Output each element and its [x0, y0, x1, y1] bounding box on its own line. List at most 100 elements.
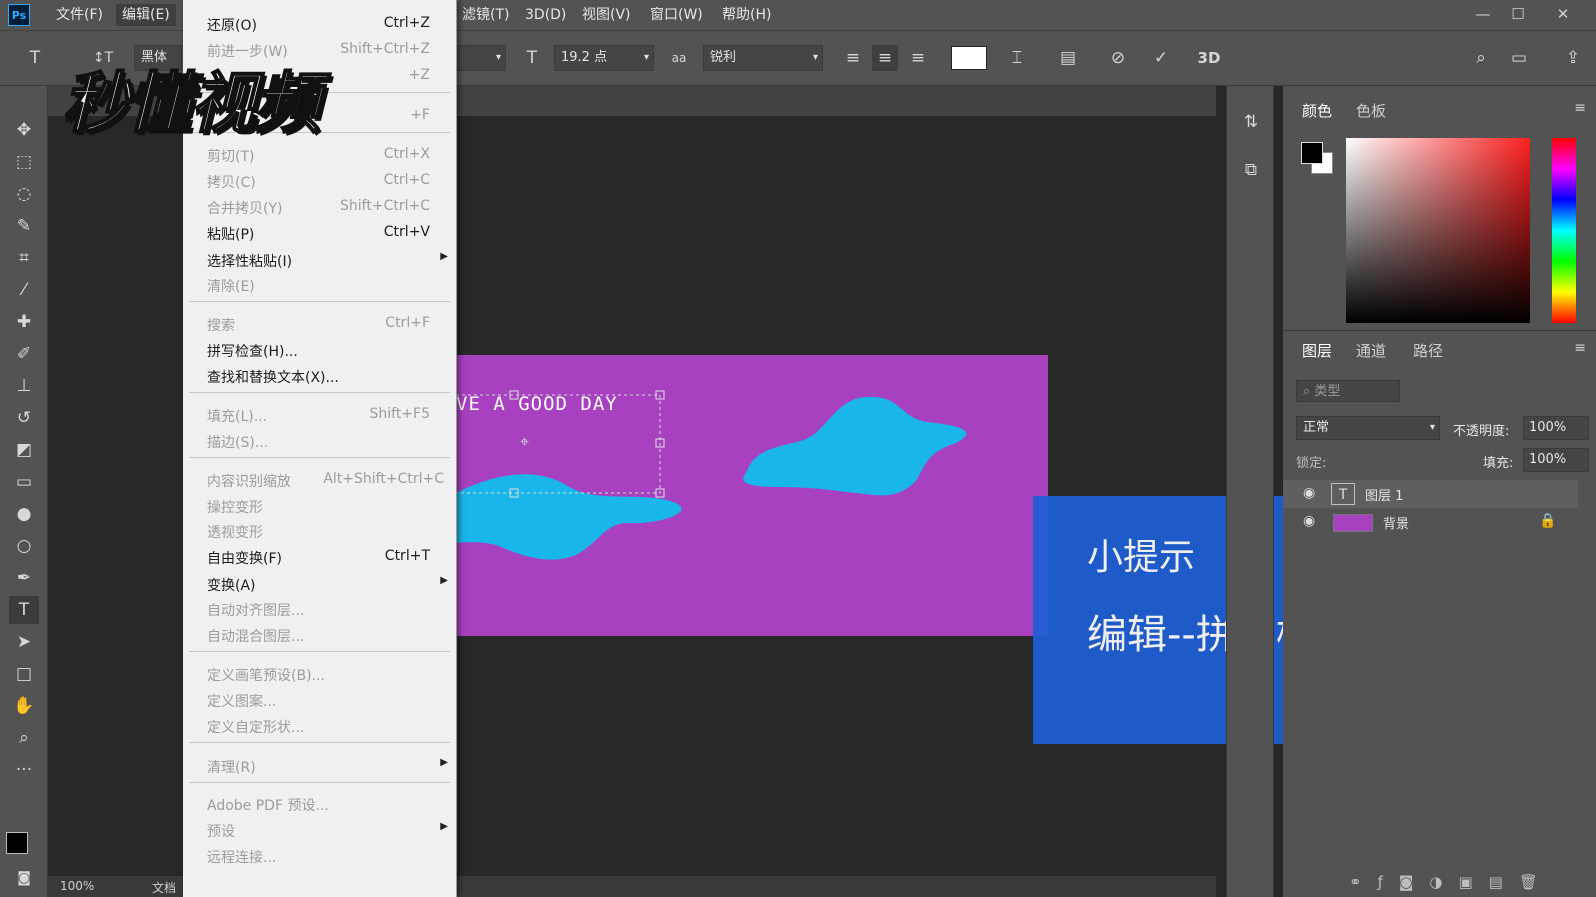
blur-tool-icon[interactable]: ● [9, 500, 39, 528]
layer-name[interactable]: 背景 [1383, 513, 1409, 532]
menu-cut[interactable]: 剪切(T) Ctrl+X [183, 143, 456, 167]
menu-find-replace[interactable]: 查找和替换文本(X)... [183, 364, 456, 388]
hue-slider[interactable] [1552, 138, 1576, 323]
menu-3d[interactable]: 3D(D) [519, 4, 572, 26]
history-brush-icon[interactable]: ↺ [9, 404, 39, 432]
quick-select-tool-icon[interactable]: ✎ [9, 212, 39, 240]
zoom-tool-icon[interactable]: ⌕ [9, 724, 39, 752]
text-color-swatch[interactable] [951, 46, 987, 70]
history-panel-icon[interactable]: ⇅ [1237, 108, 1265, 136]
brush-tool-icon[interactable]: ✐ [9, 340, 39, 368]
color-picker-field[interactable] [1346, 138, 1530, 323]
workspace-icon[interactable]: ▭ [1506, 45, 1532, 71]
menu-fill[interactable]: 填充(L)... Shift+F5 [183, 403, 456, 427]
cancel-icon[interactable]: ⊘ [1105, 45, 1131, 71]
warp-text-icon[interactable]: ⌶ [1004, 45, 1030, 71]
visibility-eye-icon[interactable]: ◉ [1303, 485, 1315, 501]
canvas-text[interactable]: VE A GOOD DAY [456, 393, 618, 415]
align-center-icon[interactable]: ≡ [872, 45, 898, 71]
menu-transform[interactable]: 变换(A) ▶ [183, 572, 456, 596]
zoom-level[interactable]: 100% [60, 879, 94, 893]
foreground-color-swatch[interactable] [6, 832, 28, 854]
menu-puppet-warp[interactable]: 操控变形 [183, 494, 456, 518]
menu-presets[interactable]: 预设 ▶ [183, 818, 456, 842]
tab-paths[interactable]: 路径 [1413, 340, 1443, 361]
pen-tool-icon[interactable]: ✒ [9, 564, 39, 592]
blend-mode-select[interactable]: 正常 ▾ [1296, 416, 1440, 440]
antialias-select[interactable]: 锐利 ▾ [703, 45, 823, 71]
color-fg-swatch[interactable] [1301, 142, 1323, 164]
menu-pdf-presets[interactable]: Adobe PDF 预设... [183, 792, 456, 816]
3d-button[interactable]: 3D [1196, 45, 1222, 71]
healing-brush-icon[interactable]: ✚ [9, 308, 39, 336]
character-panel-icon[interactable]: ▤ [1055, 45, 1081, 71]
font-size-input[interactable]: 19.2 点 ▾ [554, 45, 654, 71]
more-tools-icon[interactable]: ··· [9, 756, 39, 784]
menu-view[interactable]: 视图(V) [576, 4, 637, 26]
type-tool-icon[interactable]: T [9, 596, 39, 624]
eyedropper-tool-icon[interactable]: ⁄ [9, 276, 39, 304]
fill-input[interactable]: 100% [1523, 448, 1589, 472]
menu-paste-special[interactable]: 选择性粘贴(I) ▶ [183, 248, 456, 272]
layer-filter-select[interactable]: ⌕ 类型 [1296, 380, 1400, 402]
font-style-select[interactable]: ▾ [456, 45, 506, 71]
dodge-tool-icon[interactable]: ○ [9, 532, 39, 560]
layer-name[interactable]: 图层 1 [1365, 485, 1403, 504]
menu-copy-merged[interactable]: 合并拷贝(Y) Shift+Ctrl+C [183, 195, 456, 219]
layer-row-text[interactable]: ◉ T 图层 1 [1283, 480, 1578, 508]
minimize-icon[interactable]: — [1468, 2, 1498, 26]
close-icon[interactable]: ✕ [1548, 2, 1578, 26]
align-left-icon[interactable]: ≡ [840, 45, 866, 71]
menu-auto-blend[interactable]: 自动混合图层... [183, 623, 456, 647]
path-select-icon[interactable]: ➤ [9, 628, 39, 656]
tab-color[interactable]: 颜色 [1302, 100, 1332, 121]
lasso-tool-icon[interactable]: ◌ [9, 180, 39, 208]
menu-edit[interactable]: 编辑(E) [116, 4, 176, 26]
menu-remote-connect[interactable]: 远程连接... [183, 844, 456, 868]
menu-stroke[interactable]: 描边(S)... [183, 429, 456, 453]
tab-swatches[interactable]: 色板 [1356, 100, 1386, 121]
menu-define-pattern[interactable]: 定义图案... [183, 688, 456, 712]
menu-copy[interactable]: 拷贝(C) Ctrl+C [183, 169, 456, 193]
document-canvas[interactable]: ⌖ VE A GOOD DAY [456, 355, 1048, 636]
layers-menu-icon[interactable]: ≡ [1574, 340, 1586, 356]
menu-paste[interactable]: 粘贴(P) Ctrl+V [183, 221, 456, 245]
tab-layers[interactable]: 图层 [1302, 340, 1332, 361]
menu-window[interactable]: 窗口(W) [644, 4, 709, 26]
quick-mask-icon[interactable]: ◙ [9, 864, 39, 892]
menu-file[interactable]: 文件(F) [50, 4, 109, 26]
menu-undo[interactable]: 还原(O) Ctrl+Z [183, 12, 456, 36]
menu-free-transform[interactable]: 自由变换(F) Ctrl+T [183, 545, 456, 569]
move-tool-icon[interactable]: ✥ [9, 116, 39, 144]
menu-purge[interactable]: 清理(R) ▶ [183, 754, 456, 778]
align-right-icon[interactable]: ≡ [905, 45, 931, 71]
tab-channels[interactable]: 通道 [1356, 340, 1386, 361]
layers-footer-icons[interactable]: ⚭ƒ◙◑▣▤🗑 [1349, 873, 1554, 891]
gradient-tool-icon[interactable]: ▭ [9, 468, 39, 496]
menu-filter[interactable]: 滤镜(T) [456, 4, 515, 26]
properties-panel-icon[interactable]: ⧉ [1237, 156, 1265, 184]
opacity-input[interactable]: 100% [1523, 416, 1589, 440]
menu-clear[interactable]: 清除(E) [183, 273, 456, 297]
search-icon[interactable]: ⌕ [1468, 45, 1494, 71]
layer-row-background[interactable]: ◉ 背景 🔒 [1283, 508, 1578, 536]
menu-define-shape[interactable]: 定义自定形状... [183, 714, 456, 738]
hand-tool-icon[interactable]: ✋ [9, 692, 39, 720]
rectangle-tool-icon[interactable]: □ [9, 660, 39, 688]
maximize-icon[interactable]: ☐ [1503, 2, 1533, 26]
share-icon[interactable]: ⇪ [1560, 45, 1586, 71]
type-tool-icon[interactable]: T [22, 45, 48, 71]
crop-tool-icon[interactable]: ⌗ [9, 244, 39, 272]
menu-spell-check[interactable]: 拼写检查(H)... [183, 338, 456, 362]
marquee-tool-icon[interactable]: ⬚ [9, 148, 39, 176]
menu-help[interactable]: 帮助(H) [716, 4, 777, 26]
menu-perspective-warp[interactable]: 透视变形 [183, 519, 456, 543]
doc-info-label[interactable]: 文档 [152, 879, 176, 896]
menu-content-aware-scale[interactable]: 内容识别缩放 Alt+Shift+Ctrl+C [183, 468, 456, 492]
menu-define-brush[interactable]: 定义画笔预设(B)... [183, 662, 456, 686]
panel-menu-icon[interactable]: ≡ [1574, 100, 1586, 116]
eraser-tool-icon[interactable]: ◩ [9, 436, 39, 464]
commit-icon[interactable]: ✓ [1148, 45, 1174, 71]
menu-search[interactable]: 搜索 Ctrl+F [183, 312, 456, 336]
stamp-tool-icon[interactable]: ⊥ [9, 372, 39, 400]
